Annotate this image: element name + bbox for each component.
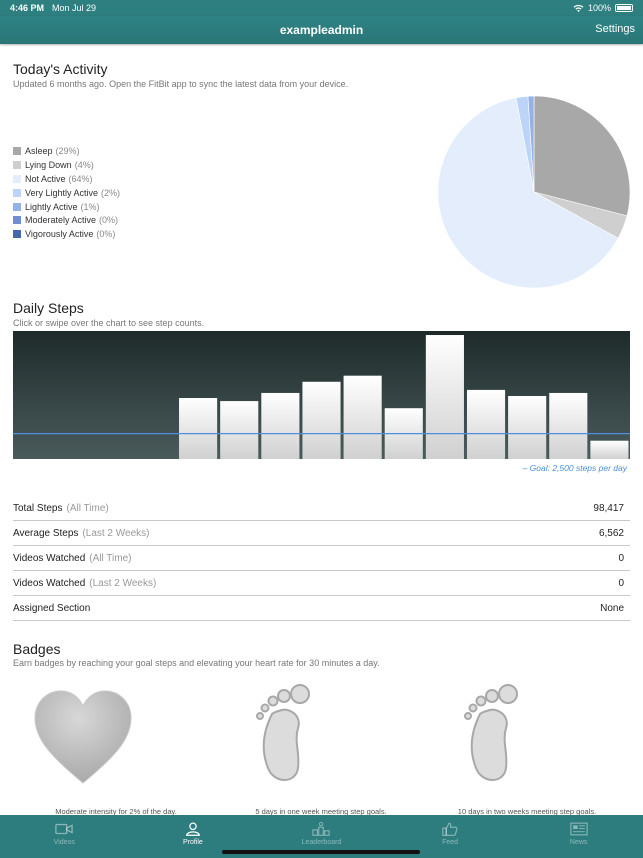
wifi-icon (573, 4, 584, 12)
step-bar[interactable] (220, 401, 259, 459)
stat-value: 6,562 (598, 527, 624, 539)
legend-swatch (13, 188, 21, 197)
status-time: 4:46 PM (10, 3, 45, 13)
tab-label: Profile (182, 839, 203, 846)
tab-label: Leaderboard (301, 839, 342, 846)
stat-qualifier: (All Time) (89, 552, 132, 564)
legend-label: Asleep (25, 145, 53, 156)
tab-news[interactable]: News (514, 815, 643, 858)
stat-value: 0 (618, 577, 624, 589)
step-bar[interactable] (261, 392, 300, 459)
legend-item: Lying Down (4%) (13, 158, 120, 172)
legend-label: Very Lightly Active (25, 187, 99, 198)
thumbs-up-icon (442, 822, 458, 836)
heart-icon (34, 690, 132, 784)
legend-swatch (13, 216, 21, 225)
stat-value: 0 (618, 552, 624, 564)
status-date: Mon Jul 29 (52, 3, 97, 13)
badges-title: Badges (13, 641, 61, 657)
step-bar[interactable] (590, 440, 629, 459)
status-right: 100% (573, 3, 633, 13)
stat-label: Total Steps (13, 502, 63, 514)
stat-label: Videos Watched (13, 577, 86, 589)
home-indicator (222, 850, 420, 854)
stat-qualifier: (Last 2 Weeks) (82, 527, 150, 539)
step-bar[interactable] (466, 389, 506, 459)
legend-percent: (4%) (74, 159, 94, 170)
legend-swatch (13, 160, 21, 169)
activity-legend: Asleep (29%) Lying Down (4%) Not Active (64%)… (13, 144, 120, 241)
badge-heart[interactable] (0, 680, 183, 793)
daily-steps-chart[interactable] (13, 331, 630, 459)
footprint-icon (256, 684, 310, 781)
steps-subtitle: Click or swipe over the chart to see ste… (13, 318, 205, 328)
tab-label: Videos (53, 839, 75, 846)
legend-percent: (0%) (96, 229, 116, 240)
stat-label: Assigned Section (13, 602, 91, 614)
stat-row: Assigned Section None (13, 596, 630, 621)
legend-percent: (0%) (99, 215, 119, 226)
stat-row: Total Steps (All Time) 98,417 (13, 496, 630, 521)
person-icon (185, 822, 200, 836)
stat-row: Videos Watched (Last 2 Weeks) 0 (13, 571, 630, 596)
legend-percent: (2%) (101, 187, 121, 198)
step-bar[interactable] (343, 375, 382, 459)
stat-row: Average Steps (Last 2 Weeks) 6,562 (13, 521, 630, 546)
legend-label: Vigorously Active (25, 229, 94, 240)
legend-label: Moderately Active (25, 215, 97, 226)
stat-value: 98,417 (593, 502, 624, 514)
legend-percent: (1%) (80, 201, 100, 212)
nav-bar: exampleadmin Settings (0, 16, 643, 44)
stat-row: Videos Watched (All Time) 0 (13, 546, 630, 571)
battery-label: 100% (587, 3, 611, 13)
tab-videos[interactable]: Videos (0, 815, 129, 858)
step-bar[interactable] (508, 396, 547, 459)
legend-label: Lightly Active (25, 201, 78, 212)
legend-swatch (13, 174, 21, 183)
legend-percent: (64%) (68, 173, 93, 184)
legend-item: Not Active (64%) (13, 172, 120, 186)
activity-subtitle: Updated 6 months ago. Open the FitBit ap… (13, 79, 349, 89)
legend-item: Lightly Active (1%) (13, 200, 120, 214)
stat-label: Average Steps (13, 527, 79, 539)
legend-swatch (13, 202, 21, 211)
stat-qualifier: (Last 2 Weeks) (89, 577, 157, 589)
activity-pie-chart[interactable] (437, 95, 631, 289)
legend-item: Moderately Active (0%) (13, 213, 120, 227)
legend-label: Not Active (25, 173, 66, 184)
stat-qualifier: (All Time) (66, 502, 109, 514)
activity-title: Today's Activity (13, 61, 108, 77)
battery-icon (615, 4, 633, 12)
settings-button[interactable]: Settings (595, 23, 635, 35)
video-camera-icon (55, 823, 74, 835)
status-bar: 4:46 PM Mon Jul 29 100% (0, 0, 643, 16)
legend-percent: (29%) (55, 145, 80, 156)
newspaper-icon (570, 822, 588, 836)
leaderboard-icon (312, 821, 331, 836)
steps-title: Daily Steps (13, 300, 84, 316)
stat-value: None (600, 602, 624, 614)
goal-note: – Goal: 2,500 steps per day (522, 463, 627, 473)
legend-swatch (13, 146, 21, 155)
step-bar[interactable] (425, 335, 464, 459)
legend-item: Vigorously Active (0%) (13, 227, 120, 241)
stats-table: Total Steps (All Time) 98,417 Average Steps… (13, 496, 630, 621)
step-bar[interactable] (179, 398, 218, 459)
legend-label: Lying Down (25, 159, 72, 170)
stat-label: Videos Watched (13, 552, 86, 564)
page-title: exampleadmin (279, 23, 364, 37)
step-bar[interactable] (549, 392, 588, 459)
legend-item: Very Lightly Active (2%) (13, 186, 120, 200)
badge-steps-week[interactable] (186, 680, 386, 795)
tab-label: Feed (442, 839, 459, 846)
footprint-icon (464, 684, 518, 781)
step-bar[interactable] (302, 381, 341, 459)
badges-subtitle: Earn badges by reaching your goal steps … (13, 658, 380, 668)
legend-swatch (13, 230, 21, 239)
badge-steps-two-weeks[interactable] (394, 680, 594, 795)
legend-item: Asleep (29%) (13, 144, 120, 158)
tab-label: News (569, 839, 588, 846)
